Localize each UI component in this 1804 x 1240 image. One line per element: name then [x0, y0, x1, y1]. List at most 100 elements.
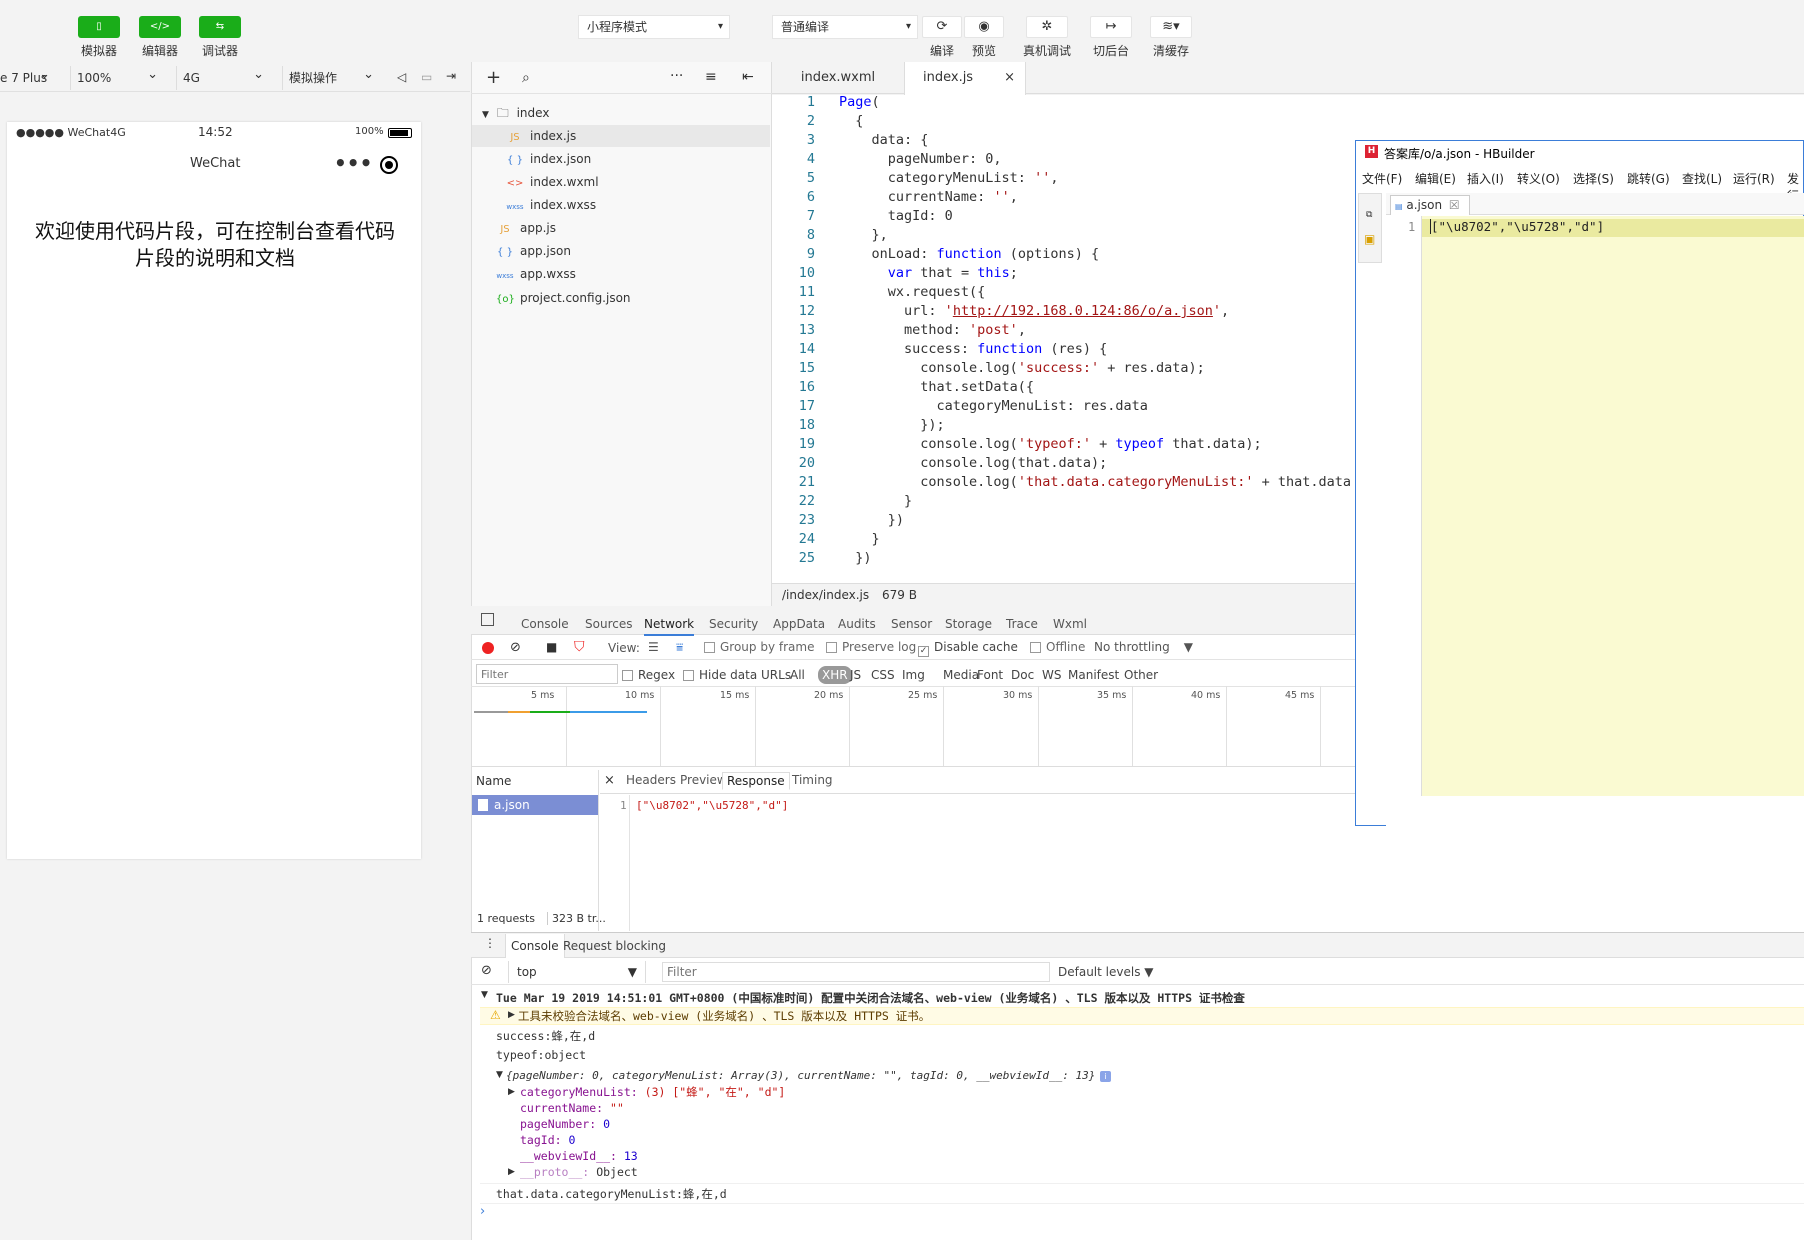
compile-select[interactable]: 普通编译 [772, 15, 918, 39]
add-icon[interactable]: + [486, 67, 501, 88]
tab-storage[interactable]: Storage [945, 614, 992, 634]
type-filter-font[interactable]: Font [977, 668, 1003, 682]
chevron-down-icon[interactable]: ▼ [496, 1070, 503, 1080]
list-view-icon[interactable]: ☰ [648, 640, 659, 654]
tab-appdata[interactable]: AppData [773, 614, 825, 634]
close-capsule-icon[interactable] [380, 156, 398, 174]
hbuilder-menu-item[interactable]: 转义(O) [1517, 170, 1560, 187]
prop-category-menu-list[interactable]: categoryMenuList: (3) ["蜂", "在", "d"] [520, 1084, 785, 1100]
waterfall-view-icon[interactable]: ⩸ [676, 640, 683, 655]
tab-request-blocking[interactable]: Request blocking [563, 934, 666, 958]
tab-sources[interactable]: Sources [585, 614, 632, 634]
console-object-summary[interactable]: {pageNumber: 0, categoryMenuList: Array(… [506, 1068, 1095, 1084]
folder-icon[interactable]: ▣ [1364, 232, 1375, 246]
type-filter-manifest[interactable]: Manifest [1068, 668, 1119, 682]
type-filter-js[interactable]: JS [850, 668, 861, 682]
tab-sensor[interactable]: Sensor [891, 614, 932, 634]
type-filter-doc[interactable]: Doc [1011, 668, 1034, 682]
mode-select[interactable]: 小程序模式 [578, 15, 730, 39]
network-filter-input[interactable] [476, 664, 618, 684]
tab-network[interactable]: Network [644, 614, 695, 636]
levels-select[interactable]: Default levels ▼ [1058, 965, 1154, 979]
context-select[interactable]: top ▼ [508, 961, 646, 983]
hbuilder-editor[interactable] [1386, 216, 1804, 796]
group-by-frame-checkbox[interactable] [704, 642, 715, 653]
tab-console[interactable]: Console [521, 614, 569, 634]
device-select[interactable]: e 7 Plus [0, 63, 58, 90]
tab-trace[interactable]: Trace [1006, 614, 1038, 634]
preserve-log-checkbox[interactable] [826, 642, 837, 653]
operation-select[interactable]: 模拟操作 [282, 63, 382, 90]
tab-console[interactable]: Console [505, 934, 565, 958]
clear-cache-button[interactable]: ≋▾ [1150, 16, 1192, 38]
network-select[interactable]: 4G [176, 63, 272, 90]
drawer-menu-icon[interactable]: ⋮ [484, 936, 496, 950]
tab-index-wxml[interactable]: index.wxml [772, 62, 904, 94]
tree-item[interactable]: JS app.js [472, 217, 770, 239]
editor-button[interactable]: </> [139, 16, 181, 38]
tab-response[interactable]: Response [722, 772, 790, 790]
more-options-icon[interactable]: ··· [670, 68, 683, 84]
close-icon[interactable]: × [1004, 62, 1015, 94]
zoom-select[interactable]: 100% [70, 63, 166, 90]
tree-item[interactable]: wxss app.wxss [472, 263, 770, 285]
hbuilder-menu-item[interactable]: 运行(R) [1733, 170, 1775, 187]
clear-icon[interactable]: ⊘ [510, 640, 521, 655]
sort-icon[interactable]: ≡ [705, 69, 717, 85]
hide-data-urls-checkbox[interactable] [683, 670, 694, 681]
camera-icon[interactable]: ■ [546, 640, 557, 654]
preview-button[interactable]: ◉ [964, 16, 1004, 38]
console-input[interactable] [494, 1206, 1794, 1224]
hbuilder-menu-item[interactable]: 插入(I) [1467, 170, 1504, 187]
tree-item[interactable]: JS index.js [472, 125, 770, 147]
tab-wxml[interactable]: Wxml [1053, 614, 1087, 634]
hbuilder-menu-item[interactable]: 文件(F) [1362, 170, 1402, 187]
regex-checkbox[interactable] [622, 670, 633, 681]
type-filter-all[interactable]: All [790, 668, 805, 682]
hbuilder-menu-item[interactable]: 选择(S) [1573, 170, 1614, 187]
tree-item[interactable]: <> index.wxml [472, 171, 770, 193]
prop-proto[interactable]: __proto__: Object [520, 1164, 638, 1180]
tree-item[interactable]: {o} project.config.json [472, 287, 770, 309]
collapse-panel-icon[interactable]: ⇤ [742, 69, 754, 85]
type-filter-xhr[interactable]: XHR [818, 666, 852, 684]
search-icon[interactable]: ⌕ [522, 70, 530, 86]
info-badge-icon[interactable]: i [1100, 1071, 1111, 1082]
simulator-button[interactable]: ▯ [78, 16, 120, 38]
tree-item[interactable]: { } app.json [472, 240, 770, 262]
inspect-icon[interactable] [481, 613, 494, 626]
hbuilder-menu-item[interactable]: 跳转(G) [1627, 170, 1670, 187]
console-filter-input[interactable] [662, 962, 1050, 982]
hbuilder-menu-item[interactable]: 查找(L) [1682, 170, 1722, 187]
restore-icon[interactable]: ⧉ [1366, 210, 1372, 220]
type-filter-ws[interactable]: WS [1042, 668, 1061, 682]
tab-security[interactable]: Security [709, 614, 758, 634]
disable-cache-checkbox[interactable]: ✓ [918, 646, 929, 657]
chevron-right-icon[interactable]: ▶ [508, 1167, 515, 1177]
hbuilder-tab[interactable]: ▤ a.json ☒ [1390, 195, 1470, 215]
more-icon[interactable]: ••• [334, 151, 372, 175]
tab-audits[interactable]: Audits [838, 614, 876, 634]
chevron-right-icon[interactable]: ▶ [508, 1010, 515, 1020]
chevron-right-icon[interactable]: ▶ [508, 1087, 515, 1097]
tab-timing[interactable]: Timing [788, 772, 837, 788]
type-filter-img[interactable]: Img [902, 668, 925, 682]
tab-index-js[interactable]: index.js × [904, 62, 1026, 95]
filter-icon[interactable]: ⛉ [574, 639, 585, 655]
real-debug-button[interactable]: ✲ [1026, 16, 1068, 38]
window-icon[interactable]: ▭ [421, 70, 432, 84]
request-row[interactable]: a.json [472, 795, 598, 815]
close-icon[interactable]: ☒ [1449, 198, 1460, 212]
type-filter-media[interactable]: Media [943, 668, 979, 682]
tree-item[interactable]: wxss index.wxss [472, 194, 770, 216]
throttling-select[interactable]: No throttling ▼ [1094, 640, 1193, 654]
type-filter-css[interactable]: CSS [871, 668, 895, 682]
debugger-button[interactable]: ⇆ [199, 16, 241, 38]
close-detail-icon[interactable]: × [604, 773, 615, 788]
console-clear-icon[interactable]: ⊘ [481, 963, 492, 978]
type-filter-other[interactable]: Other [1124, 668, 1158, 682]
record-icon[interactable] [482, 642, 494, 654]
mute-icon[interactable]: ◁ [397, 70, 406, 84]
tree-folder-index[interactable]: ▼ 🗀 index [472, 102, 770, 124]
tab-headers[interactable]: Headers [622, 772, 680, 788]
